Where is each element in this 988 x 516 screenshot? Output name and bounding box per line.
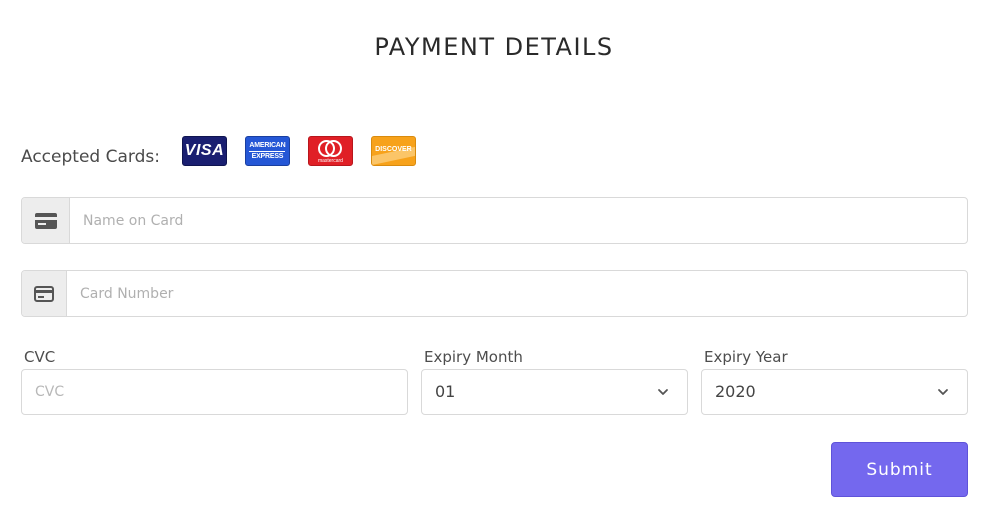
name-on-card-group xyxy=(21,197,968,244)
mastercard-circles-icon xyxy=(317,139,343,158)
visa-logo-text: VISA xyxy=(184,142,225,159)
cvc-field xyxy=(21,369,408,415)
expiry-month-select[interactable]: 01 xyxy=(421,369,688,415)
page-title: PAYMENT DETAILS xyxy=(374,33,614,61)
expiry-year-label: Expiry Year xyxy=(704,348,788,366)
expiry-year-select[interactable]: 2020 xyxy=(701,369,968,415)
card-number-addon xyxy=(22,271,67,316)
expiry-month-value: 01 xyxy=(435,382,456,401)
expiry-month-label: Expiry Month xyxy=(424,348,523,366)
amex-divider xyxy=(249,150,286,152)
mastercard-logo: mastercard xyxy=(307,136,353,166)
name-on-card-addon xyxy=(22,198,70,243)
mastercard-logo-text: mastercard xyxy=(317,157,343,164)
accepted-cards-label: Accepted Cards: xyxy=(21,147,160,167)
card-number-group xyxy=(21,270,968,317)
submit-button[interactable]: Submit xyxy=(831,442,968,497)
discover-logo: DISCOVER xyxy=(370,136,416,166)
visa-logo: VISA xyxy=(181,136,227,166)
credit-card-icon xyxy=(34,285,54,302)
amex-logo: AMERICAN EXPRESS xyxy=(244,136,290,166)
cvc-label: CVC xyxy=(24,348,56,366)
credit-card-icon xyxy=(34,212,57,229)
chevron-down-icon xyxy=(938,389,948,395)
amex-logo-text-bottom: EXPRESS xyxy=(251,152,284,160)
accepted-cards: Accepted Cards: VISA AMERICAN EXPRESS ma… xyxy=(21,134,434,168)
cvc-input[interactable] xyxy=(22,370,407,414)
discover-logo-text: DISCOVER xyxy=(375,145,412,153)
amex-logo-text-top: AMERICAN xyxy=(249,141,286,149)
chevron-down-icon xyxy=(658,389,668,395)
expiry-year-value: 2020 xyxy=(715,382,756,401)
card-number-input[interactable] xyxy=(67,271,967,316)
name-on-card-input[interactable] xyxy=(70,198,967,243)
